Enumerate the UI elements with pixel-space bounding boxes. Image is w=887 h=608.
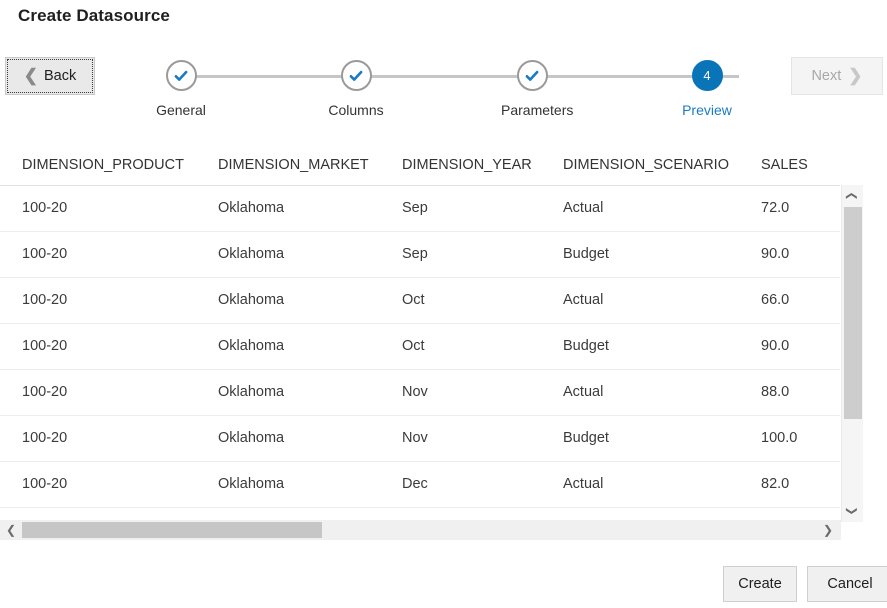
cell-dimension-year: Oct [402,292,425,308]
chevron-right-icon[interactable]: ❯ [819,520,837,540]
horizontal-scrollbar-thumb[interactable] [22,522,322,538]
cell-dimension-market: Oklahoma [218,338,285,354]
column-header-dimension-scenario[interactable]: DIMENSION_SCENARIO [563,157,729,173]
table-row[interactable]: 100-20 Oklahoma Nov Actual 88.0 [0,370,840,416]
cell-dimension-product: 100-20 [22,246,68,262]
cell-dimension-scenario: Budget [563,430,609,446]
cell-dimension-market: Oklahoma [218,476,285,492]
table-row[interactable]: 100-20 Oklahoma Oct Budget 90.0 [0,324,840,370]
stepper-step-parameters[interactable]: Parameters [501,55,574,118]
stepper-label-parameters: Parameters [501,102,574,118]
stepper-step-preview[interactable]: 4 Preview [676,55,738,118]
table-header-row: DIMENSION_PRODUCT DIMENSION_MARKET DIMEN… [0,148,887,185]
cell-sales: 90.0 [761,246,790,262]
create-button[interactable]: Create [723,566,797,602]
column-header-dimension-product[interactable]: DIMENSION_PRODUCT [22,157,184,173]
cell-dimension-scenario: Actual [563,476,604,492]
cancel-button[interactable]: Cancel [807,566,887,602]
cell-sales: 72.0 [761,200,790,216]
vertical-scrollbar-thumb[interactable] [844,207,862,419]
stepper-step-columns[interactable]: Columns [325,55,387,118]
wizard-stepper: General Columns Parameters 4 Preview [150,55,770,135]
preview-table: DIMENSION_PRODUCT DIMENSION_MARKET DIMEN… [0,148,887,540]
cell-dimension-scenario: Budget [563,338,609,354]
cell-dimension-product: 100-20 [22,384,68,400]
cell-dimension-product: 100-20 [22,338,68,354]
cell-sales: 90.0 [761,338,790,354]
table-body: 100-20 Oklahoma Sep Actual 72.0 100-20 O… [0,185,840,523]
cell-dimension-scenario: Actual [563,200,604,216]
cell-dimension-year: Dec [402,476,428,492]
stepper-label-columns: Columns [328,102,384,118]
cell-dimension-product: 100-20 [22,430,68,446]
cell-dimension-scenario: Actual [563,292,604,308]
cell-dimension-market: Oklahoma [218,246,285,262]
table-row[interactable]: 100-20 Oklahoma Nov Budget 100.0 [0,416,840,462]
chevron-right-icon: ❯ [848,65,863,85]
step-circle-active: 4 [691,60,723,91]
cell-dimension-product: 100-20 [22,476,68,492]
cell-dimension-year: Sep [402,246,428,262]
table-vertical-scrollbar[interactable]: ❮ ❯ [841,185,863,522]
cell-sales: 66.0 [761,292,790,308]
cell-sales: 82.0 [761,476,790,492]
step-circle-done [165,60,197,91]
cell-sales: 100.0 [761,430,798,446]
table-row[interactable]: 100-20 Oklahoma Sep Budget 90.0 [0,232,840,278]
stepper-track [181,75,739,78]
step-circle-done [516,60,548,91]
page-title: Create Datasource [18,6,170,25]
next-button[interactable]: Next ❯ [791,57,883,95]
chevron-left-icon: ❮ [23,65,38,85]
cell-dimension-market: Oklahoma [218,292,285,308]
cell-dimension-year: Sep [402,200,428,216]
next-button-label: Next [811,68,842,84]
check-icon [174,70,188,81]
cell-dimension-scenario: Actual [563,384,604,400]
cell-dimension-scenario: Budget [563,246,609,262]
cell-dimension-market: Oklahoma [218,384,285,400]
cell-dimension-year: Nov [402,384,428,400]
chevron-down-icon[interactable]: ❯ [844,501,862,522]
cell-dimension-product: 100-20 [22,200,68,216]
back-button[interactable]: ❮ Back [5,57,95,95]
table-row[interactable]: 100-20 Oklahoma Oct Actual 66.0 [0,278,840,324]
step-circle-done [340,60,372,91]
chevron-up-icon[interactable]: ❮ [844,186,862,207]
table-row[interactable]: 100-20 Oklahoma Dec Actual 82.0 [0,462,840,508]
stepper-label-preview: Preview [682,102,732,118]
cell-dimension-year: Oct [402,338,425,354]
table-horizontal-scrollbar[interactable]: ❮ ❯ [0,520,841,540]
stepper-step-general[interactable]: General [150,55,212,118]
cell-dimension-product: 100-20 [22,292,68,308]
cell-sales: 88.0 [761,384,790,400]
column-header-sales[interactable]: SALES [761,157,808,173]
check-icon [349,70,363,81]
cell-dimension-market: Oklahoma [218,200,285,216]
table-row[interactable]: 100-20 Oklahoma Sep Actual 72.0 [0,186,840,232]
stepper-label-general: General [156,102,206,118]
step-number: 4 [703,68,711,83]
column-header-dimension-market[interactable]: DIMENSION_MARKET [218,157,369,173]
check-icon [525,70,539,81]
cell-dimension-year: Nov [402,430,428,446]
column-header-dimension-year[interactable]: DIMENSION_YEAR [402,157,532,173]
back-button-label: Back [44,68,77,84]
cell-dimension-market: Oklahoma [218,430,285,446]
chevron-left-icon[interactable]: ❮ [2,520,20,540]
